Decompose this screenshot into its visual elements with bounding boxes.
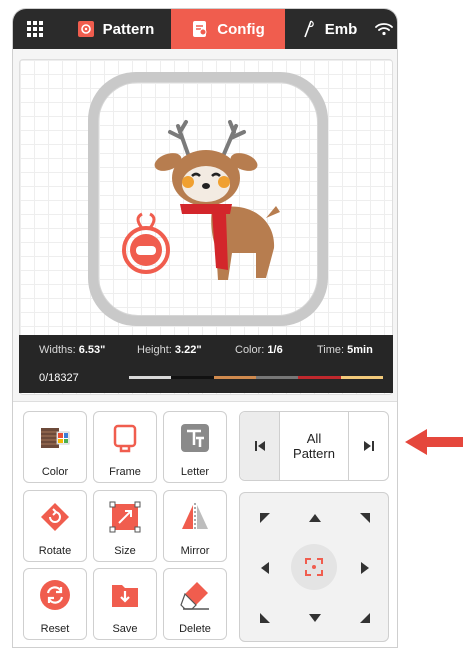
color-label: Color: [235,344,265,356]
frame-button[interactable]: Frame [93,411,157,483]
grid-menu-icon[interactable] [13,9,57,49]
mirror-button[interactable]: Mirror [163,490,227,562]
thread-color-segment [298,376,341,379]
frame-button-label: Frame [109,466,141,478]
arrow-up-left-icon [260,513,270,523]
tab-pattern-label: Pattern [102,20,155,38]
focus-center-icon [305,558,323,576]
rotate-button[interactable]: Rotate [23,490,87,562]
reset-button[interactable]: Reset [23,568,87,640]
tab-config-label: Config [217,20,265,38]
arrow-down-right-icon [360,613,370,623]
save-icon [109,579,141,611]
all-pattern-line2: Pattern [293,446,335,461]
letter-button[interactable]: Letter [163,411,227,483]
tab-emb[interactable]: Emb [288,9,368,49]
move-down-button[interactable] [290,593,340,643]
reset-icon [39,579,71,611]
arrow-right-icon [361,562,369,574]
thread-color-segment [340,376,383,379]
tab-config[interactable]: Config [171,9,285,49]
mirror-icon [179,501,211,533]
config-icon [191,20,209,38]
arrow-down-left-icon [260,613,270,623]
pattern-info-bar: Widths: 6.53" Height: 3.22" Color: 1/6 T… [19,335,393,393]
color-button[interactable]: Color [23,411,87,483]
needle-icon [299,20,317,38]
thread-color-segment [129,376,172,379]
delete-button[interactable]: Delete [163,568,227,640]
tool-panel: Color Frame Letter Rotate Size Mirror Re… [13,401,397,647]
callout-arrow-icon [405,429,463,455]
color-info: Color: 1/6 [235,344,283,356]
color-value: 1/6 [267,344,283,356]
height-label: Height: [137,344,172,356]
center-pattern-button[interactable] [291,544,337,590]
move-right-button[interactable] [340,543,390,593]
pattern-icon [77,20,95,38]
mirror-button-label: Mirror [180,545,210,557]
tab-pattern[interactable]: Pattern [63,9,168,49]
skip-next-icon [363,441,374,451]
width-value: 6.53" [78,344,106,356]
color-palette-icon [39,422,71,454]
size-button[interactable]: Size [93,490,157,562]
pattern-navigator: All Pattern [239,411,389,481]
frame-icon [109,422,141,454]
eraser-icon [179,579,211,611]
move-up-button[interactable] [290,493,340,543]
arrow-up-icon [309,514,321,522]
width-info: Widths: 6.53" [39,344,105,356]
arrow-down-icon [309,614,321,622]
all-pattern-line1: All [306,431,322,446]
save-button[interactable]: Save [93,568,157,640]
width-label: Widths: [39,344,76,356]
arrow-up-right-icon [360,513,370,523]
position-dpad [239,492,389,642]
letter-button-label: Letter [180,466,210,478]
skip-previous-icon [254,441,265,451]
all-pattern-label[interactable]: All Pattern [280,412,348,480]
time-info: Time: 5min [317,344,373,356]
move-up-left-button[interactable] [240,493,290,543]
top-navigation-bar: Pattern Config Emb [13,9,397,49]
rotate-icon [39,501,71,533]
reset-button-label: Reset [40,623,70,635]
app-window: Pattern Config Emb Widths: 6.53" Height:… [12,8,398,648]
thread-color-progress [129,376,383,379]
size-icon [109,501,141,533]
move-up-right-button[interactable] [340,493,390,543]
tab-emb-label: Emb [324,20,358,38]
stitch-count: 0/18327 [39,372,79,384]
letter-icon [179,422,211,454]
color-button-label: Color [41,466,69,478]
delete-button-label: Delete [179,623,211,635]
rotate-button-label: Rotate [38,545,72,557]
move-down-left-button[interactable] [240,593,290,643]
size-button-label: Size [114,545,136,557]
arrow-left-icon [261,562,269,574]
time-value: 5min [347,344,373,356]
height-value: 3.22" [174,344,202,356]
height-info: Height: 3.22" [137,344,202,356]
next-pattern-button[interactable] [348,412,388,480]
time-label: Time: [317,344,345,356]
previous-pattern-button[interactable] [240,412,280,480]
thread-color-segment [255,376,299,379]
move-left-button[interactable] [240,543,290,593]
thread-color-segment [213,376,256,379]
move-down-right-button[interactable] [340,593,390,643]
save-button-label: Save [112,623,138,635]
wifi-icon[interactable] [369,9,397,49]
reindeer-embroidery-design[interactable] [116,118,306,288]
thread-color-segment [171,376,214,379]
